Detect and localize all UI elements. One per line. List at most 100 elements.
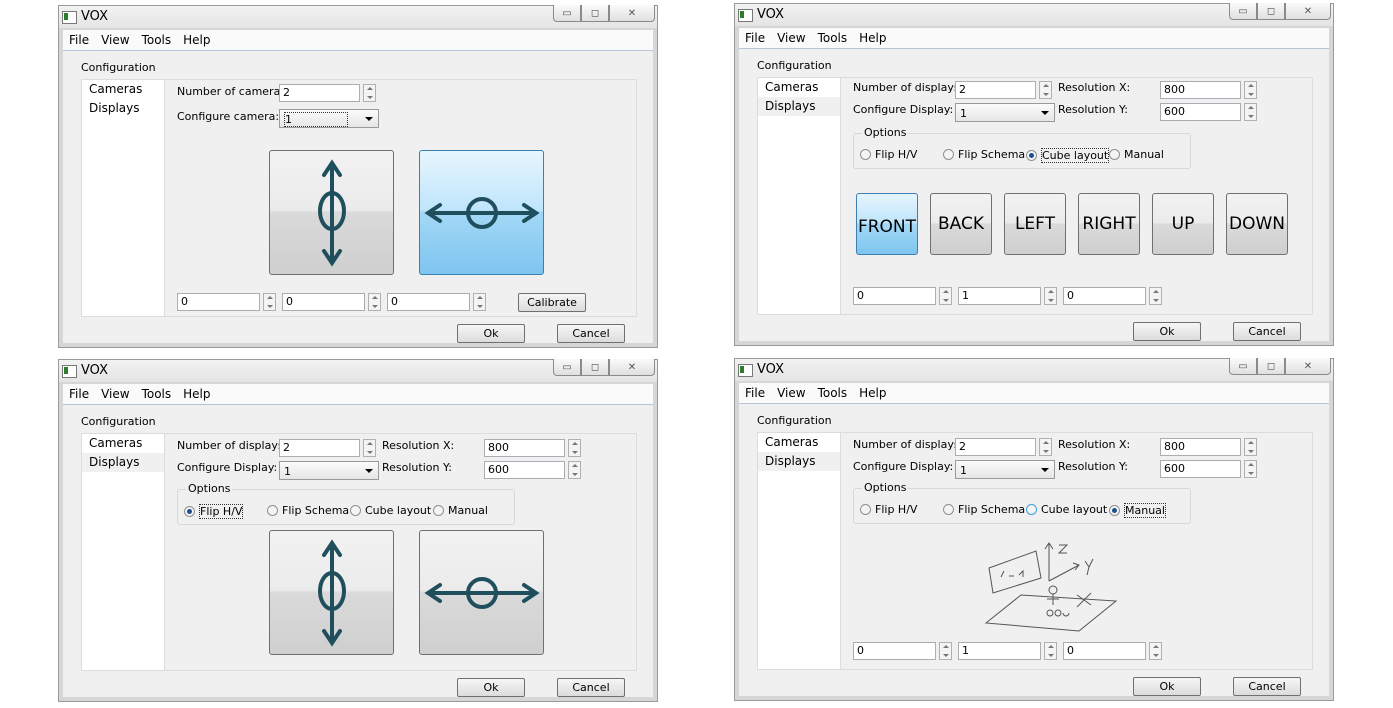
spin-arrows-icon[interactable]: [1149, 642, 1162, 660]
maximize-icon[interactable]: ◻: [1257, 358, 1285, 375]
face-front-button[interactable]: FRONT: [856, 193, 918, 255]
camera-z-spinbox[interactable]: 0: [387, 293, 487, 311]
spin-arrows-icon[interactable]: [1044, 287, 1057, 305]
ok-button[interactable]: Ok: [1133, 677, 1201, 696]
display-y-spinbox[interactable]: 1: [958, 642, 1058, 660]
spin-arrows-icon[interactable]: [939, 642, 952, 660]
resolution-x-spinbox[interactable]: 800: [1160, 81, 1260, 99]
radio-flip-hv[interactable]: Flip H/V: [860, 503, 917, 516]
resolution-y-spinbox[interactable]: 600: [1160, 103, 1260, 121]
number-of-displays-input[interactable]: 2: [955, 81, 1036, 99]
minimize-icon[interactable]: ▭: [1229, 3, 1257, 20]
menu-view[interactable]: View: [95, 387, 135, 401]
sidebar-item-cameras[interactable]: Cameras: [758, 78, 840, 97]
camera-x-spinbox[interactable]: 0: [177, 293, 277, 311]
title-bar[interactable]: VOX ▭ ◻ ✕: [59, 5, 657, 28]
sidebar-item-displays[interactable]: Displays: [82, 453, 164, 472]
maximize-icon[interactable]: ◻: [581, 359, 609, 376]
menu-help[interactable]: Help: [853, 386, 892, 400]
menu-tools[interactable]: Tools: [136, 387, 178, 401]
ok-button[interactable]: Ok: [457, 324, 525, 343]
menu-help[interactable]: Help: [177, 387, 216, 401]
configure-display-select[interactable]: 1: [279, 461, 379, 480]
radio-cube-layout[interactable]: Cube layout: [1026, 503, 1107, 516]
resolution-x-spinbox[interactable]: 800: [1160, 438, 1260, 456]
resolution-y-input[interactable]: 600: [484, 461, 565, 479]
calibrate-button[interactable]: Calibrate: [518, 293, 586, 312]
spin-arrows-icon[interactable]: [263, 293, 276, 311]
number-of-displays-spinbox[interactable]: 2: [955, 81, 1055, 99]
cancel-button[interactable]: Cancel: [557, 324, 625, 343]
display-z-spinbox[interactable]: 0: [1063, 287, 1163, 305]
spin-arrows-icon[interactable]: [1044, 642, 1057, 660]
spin-arrows-icon[interactable]: [568, 439, 581, 457]
minimize-icon[interactable]: ▭: [553, 359, 581, 376]
minimize-icon[interactable]: ▭: [1229, 358, 1257, 375]
face-down-button[interactable]: DOWN: [1226, 193, 1288, 255]
menu-file[interactable]: File: [63, 387, 95, 401]
sidebar-item-cameras[interactable]: Cameras: [82, 80, 164, 99]
menu-file[interactable]: File: [739, 31, 771, 45]
horizontal-flip-button[interactable]: [419, 530, 544, 655]
close-icon[interactable]: ✕: [609, 359, 655, 376]
menu-view[interactable]: View: [95, 33, 135, 47]
spin-arrows-icon[interactable]: [1039, 438, 1052, 456]
configure-display-select[interactable]: 1: [955, 103, 1055, 122]
radio-manual[interactable]: Manual: [433, 504, 488, 517]
close-icon[interactable]: ✕: [1285, 358, 1331, 375]
display-z-input[interactable]: 0: [1063, 287, 1146, 305]
configure-camera-select[interactable]: 1: [279, 109, 379, 128]
spin-arrows-icon[interactable]: [1244, 460, 1257, 478]
spin-arrows-icon[interactable]: [1039, 81, 1052, 99]
spin-arrows-icon[interactable]: [473, 293, 486, 311]
spin-arrows-icon[interactable]: [1149, 287, 1162, 305]
camera-y-spinbox[interactable]: 0: [282, 293, 382, 311]
radio-flip-hv[interactable]: Flip H/V: [184, 504, 244, 519]
menu-file[interactable]: File: [739, 386, 771, 400]
spin-arrows-icon[interactable]: [368, 293, 381, 311]
cancel-button[interactable]: Cancel: [1233, 322, 1301, 341]
spin-arrows-icon[interactable]: [363, 84, 376, 102]
resolution-y-spinbox[interactable]: 600: [1160, 460, 1260, 478]
maximize-icon[interactable]: ◻: [1257, 3, 1285, 20]
menu-tools[interactable]: Tools: [812, 31, 854, 45]
resolution-y-input[interactable]: 600: [1160, 103, 1241, 121]
spin-arrows-icon[interactable]: [1244, 81, 1257, 99]
radio-flip-hv[interactable]: Flip H/V: [860, 148, 917, 161]
radio-cube-layout[interactable]: Cube layout: [350, 504, 431, 517]
spin-arrows-icon[interactable]: [1244, 438, 1257, 456]
spin-arrows-icon[interactable]: [1244, 103, 1257, 121]
sidebar-item-cameras[interactable]: Cameras: [82, 434, 164, 453]
number-of-displays-input[interactable]: 2: [955, 438, 1036, 456]
face-back-button[interactable]: BACK: [930, 193, 992, 255]
menu-help[interactable]: Help: [853, 31, 892, 45]
ok-button[interactable]: Ok: [457, 678, 525, 697]
ok-button[interactable]: Ok: [1133, 322, 1201, 341]
spin-arrows-icon[interactable]: [568, 461, 581, 479]
title-bar[interactable]: VOX ▭ ◻ ✕: [735, 358, 1333, 381]
menu-tools[interactable]: Tools: [136, 33, 178, 47]
maximize-icon[interactable]: ◻: [581, 5, 609, 22]
display-y-spinbox[interactable]: 1: [958, 287, 1058, 305]
configure-display-select[interactable]: 1: [955, 460, 1055, 479]
radio-manual[interactable]: Manual: [1109, 148, 1164, 161]
number-of-displays-input[interactable]: 2: [279, 439, 360, 457]
resolution-x-spinbox[interactable]: 800: [484, 439, 584, 457]
title-bar[interactable]: VOX ▭ ◻ ✕: [59, 359, 657, 382]
sidebar-item-displays[interactable]: Displays: [758, 97, 840, 116]
radio-flip-schema[interactable]: Flip Schema: [943, 503, 1025, 516]
resolution-x-input[interactable]: 800: [484, 439, 565, 457]
resolution-y-spinbox[interactable]: 600: [484, 461, 584, 479]
menu-view[interactable]: View: [771, 386, 811, 400]
number-of-cameras-input[interactable]: 2: [279, 84, 360, 102]
horizontal-flip-button[interactable]: [419, 150, 544, 275]
close-icon[interactable]: ✕: [609, 5, 655, 22]
resolution-x-input[interactable]: 800: [1160, 438, 1241, 456]
radio-flip-schema[interactable]: Flip Schema: [267, 504, 349, 517]
display-y-input[interactable]: 1: [958, 287, 1041, 305]
radio-cube-layout[interactable]: Cube layout: [1026, 148, 1110, 163]
menu-view[interactable]: View: [771, 31, 811, 45]
number-of-cameras-spinbox[interactable]: 2: [279, 84, 379, 102]
sidebar-item-cameras[interactable]: Cameras: [758, 433, 840, 452]
title-bar[interactable]: VOX ▭ ◻ ✕: [735, 3, 1333, 26]
